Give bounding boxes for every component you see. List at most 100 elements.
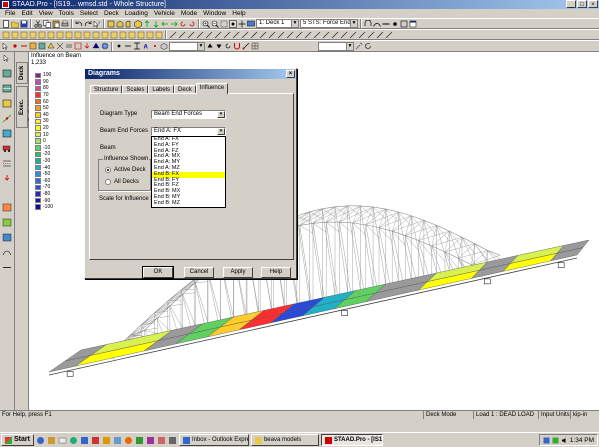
structure-icon[interactable] (92, 31, 100, 39)
structure-icon[interactable] (47, 31, 55, 39)
window-icon[interactable] (409, 20, 417, 28)
deck-tool-icon[interactable] (2, 99, 12, 108)
select-load-icon[interactable] (83, 42, 91, 50)
member-icon[interactable] (295, 31, 303, 39)
tab-structure[interactable]: Structure (90, 85, 123, 93)
member-icon[interactable] (286, 31, 294, 39)
rotate-up-icon[interactable] (143, 19, 151, 28)
beam-number-icon[interactable] (124, 42, 132, 50)
select-beam-icon[interactable] (20, 42, 28, 50)
member-icon[interactable] (214, 31, 222, 39)
deck-select[interactable]: 1: Deck 1 ▼ (256, 19, 299, 28)
node-number-icon[interactable] (115, 42, 123, 50)
member-icon[interactable] (376, 31, 384, 39)
save-icon[interactable] (20, 20, 28, 28)
member-icon[interactable] (169, 31, 177, 39)
select-parallel-icon[interactable] (65, 42, 73, 50)
structure-icon[interactable] (101, 31, 109, 39)
speaker-icon[interactable] (561, 437, 568, 444)
spin-right-icon[interactable] (188, 20, 196, 28)
deck-tool-icon[interactable] (2, 84, 12, 93)
quicklaunch-icon[interactable] (36, 436, 45, 445)
structure-icon[interactable] (65, 31, 73, 39)
structure-icon[interactable] (74, 31, 82, 39)
structure-icon[interactable] (83, 31, 91, 39)
beam-icon[interactable] (382, 20, 390, 28)
member-icon[interactable] (232, 31, 240, 39)
member-icon[interactable] (304, 31, 312, 39)
print-icon[interactable] (61, 20, 69, 28)
member-icon[interactable] (241, 31, 249, 39)
beam-end-forces-select[interactable]: End A: FX ▾ (151, 127, 226, 136)
radio-all-decks[interactable]: All Decks (105, 179, 139, 185)
section-icon[interactable] (133, 42, 141, 50)
refresh-icon[interactable] (364, 42, 372, 50)
radio-active-deck[interactable]: Active Deck (105, 167, 146, 173)
paste-icon[interactable] (52, 20, 60, 28)
member-icon[interactable] (331, 31, 339, 39)
frame-icon[interactable] (400, 20, 408, 28)
result-icon[interactable] (2, 233, 12, 242)
quicklaunch-icon[interactable] (157, 436, 166, 445)
select-geometry-icon[interactable] (56, 42, 64, 50)
tab-exec-definition[interactable]: Exec. Definition (16, 86, 35, 128)
menu-window[interactable]: Window (200, 10, 229, 17)
structure-icon[interactable] (110, 31, 118, 39)
display-icon[interactable] (247, 20, 255, 28)
deck-tool-icon[interactable] (2, 129, 12, 138)
menu-file[interactable]: File (2, 10, 18, 17)
tool-icon[interactable] (355, 42, 363, 50)
filter-select[interactable]: ▼ (318, 41, 354, 51)
pointer-icon[interactable] (2, 42, 10, 50)
tab-scales[interactable]: Scales (122, 85, 149, 93)
rotate-icon[interactable] (224, 42, 232, 50)
menu-deck[interactable]: Deck (101, 10, 122, 17)
result-icon[interactable] (2, 263, 12, 272)
load-icon[interactable] (2, 174, 12, 183)
pan-icon[interactable] (238, 20, 246, 28)
structure-icon[interactable] (119, 31, 127, 39)
view-iso-icon[interactable] (134, 19, 142, 28)
zoom-out-icon[interactable] (211, 20, 219, 28)
result-icon[interactable] (2, 203, 12, 212)
deck-tool-icon[interactable] (2, 69, 12, 78)
structure-icon[interactable] (56, 31, 64, 39)
member-icon[interactable] (187, 31, 195, 39)
menu-edit[interactable]: Edit (18, 10, 35, 17)
view-select[interactable]: ▼ (169, 41, 205, 51)
radio-active-deck-dot[interactable] (105, 167, 111, 173)
select-support-icon[interactable] (92, 42, 100, 50)
member-icon[interactable] (223, 31, 231, 39)
member-icon[interactable] (322, 31, 330, 39)
member-icon[interactable] (349, 31, 357, 39)
apply-button[interactable]: Apply (223, 267, 253, 278)
cut-icon[interactable] (34, 19, 42, 28)
zoom-all-icon[interactable] (229, 19, 237, 28)
magnet-icon[interactable] (233, 42, 241, 50)
tab-labels[interactable]: Labels (148, 85, 175, 93)
menu-help[interactable]: Help (229, 10, 248, 17)
structure-icon[interactable] (29, 31, 37, 39)
task-staad[interactable]: STAAD.Pro - [IS19... (320, 434, 383, 446)
deck-tool-icon[interactable] (2, 114, 12, 123)
arch-icon[interactable] (373, 20, 381, 28)
structure-icon[interactable] (38, 31, 46, 39)
menu-mode[interactable]: Mode (178, 10, 200, 17)
select-group-icon[interactable] (74, 42, 82, 50)
menu-view[interactable]: View (36, 10, 56, 17)
radio-all-decks-dot[interactable] (105, 179, 111, 185)
view-front-icon[interactable] (107, 20, 115, 28)
select-plate-icon[interactable] (29, 42, 37, 50)
dropdown-option[interactable]: End B: MZ (152, 200, 225, 207)
member-icon[interactable] (196, 31, 204, 39)
structure-icon[interactable] (137, 31, 145, 39)
result-icon[interactable] (2, 218, 12, 227)
menu-tools[interactable]: Tools (56, 10, 77, 17)
quicklaunch-icon[interactable] (124, 436, 133, 445)
quicklaunch-icon[interactable] (113, 436, 122, 445)
lane-icon[interactable] (2, 159, 12, 168)
dialog-title-bar[interactable]: Diagrams × (85, 69, 296, 79)
structure-icon[interactable] (2, 31, 10, 39)
tray-icon[interactable] (552, 437, 559, 444)
arrow-up-icon[interactable] (206, 42, 214, 50)
